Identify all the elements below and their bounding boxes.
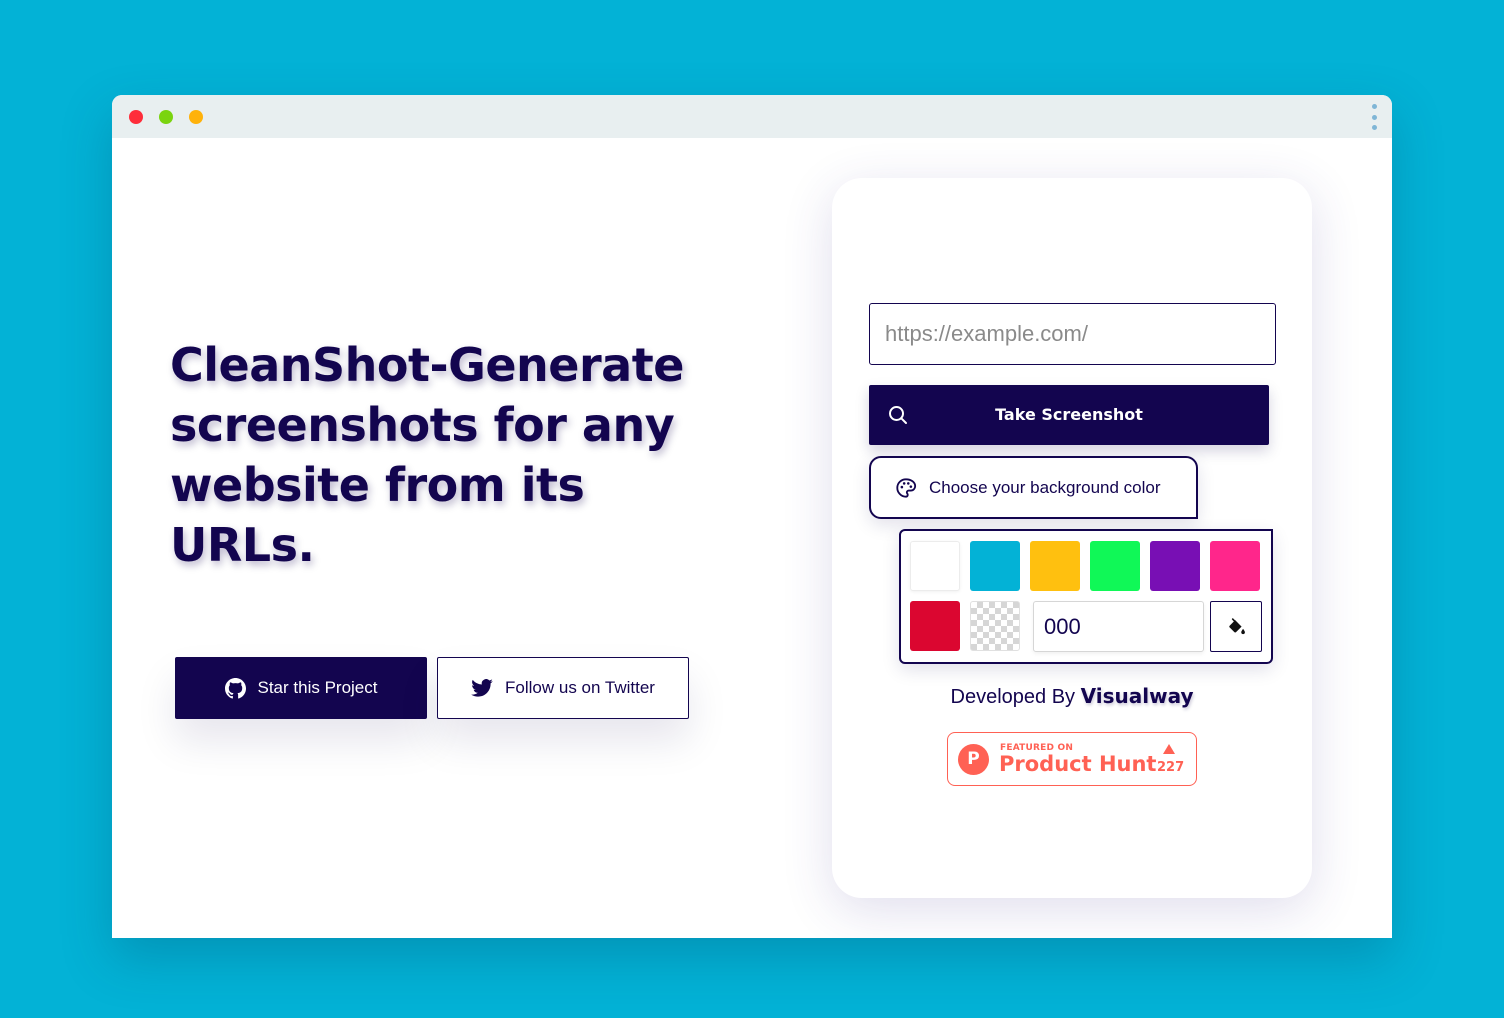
url-input[interactable] <box>869 303 1276 365</box>
developer-credit: Developed By Visualway <box>832 684 1312 709</box>
kebab-dot <box>1371 104 1377 109</box>
swatch-purple[interactable] <box>1150 541 1200 591</box>
star-project-label: Star this Project <box>257 678 378 697</box>
kebab-dot <box>1371 114 1377 120</box>
color-palette <box>899 529 1273 664</box>
swatch-white[interactable] <box>910 541 960 591</box>
developer-brand-link[interactable]: Visualway <box>1081 684 1194 708</box>
close-window-dot[interactable] <box>129 110 143 124</box>
star-project-button[interactable]: Star this Project <box>175 657 427 719</box>
swatch-pink[interactable] <box>1210 541 1260 591</box>
hex-color-input[interactable] <box>1033 601 1204 652</box>
swatch-cyan[interactable] <box>970 541 1020 591</box>
background-color-toggle[interactable]: Choose your background color <box>869 456 1198 519</box>
product-hunt-logo-icon: P <box>958 744 989 775</box>
background-color-label: Choose your background color <box>929 477 1161 497</box>
swatch-amber[interactable] <box>1030 541 1080 591</box>
upvote-count: 227 <box>1157 760 1185 775</box>
developed-by-text: Developed By <box>950 686 1076 708</box>
paint-bucket-icon <box>1229 617 1245 634</box>
follow-twitter-button[interactable]: Follow us on Twitter <box>437 657 689 719</box>
product-hunt-badge[interactable]: P FEATURED ON Product Hunt 227 <box>947 732 1197 786</box>
kebab-menu-icon[interactable] <box>1368 104 1380 130</box>
maximize-window-dot[interactable] <box>159 110 173 124</box>
window-titlebar <box>112 95 1392 138</box>
color-picker-button[interactable] <box>1210 601 1262 652</box>
follow-twitter-label: Follow us on Twitter <box>505 678 655 697</box>
product-hunt-name: Product Hunt <box>999 752 1157 776</box>
browser-window: CleanShot-Generate screenshots for any w… <box>112 95 1392 938</box>
swatch-green[interactable] <box>1090 541 1140 591</box>
take-screenshot-label: Take Screenshot <box>995 405 1143 424</box>
github-icon <box>224 677 246 698</box>
minimize-window-dot[interactable] <box>189 110 203 124</box>
twitter-icon <box>471 679 493 697</box>
take-screenshot-button[interactable]: Take Screenshot <box>869 385 1269 445</box>
hero-cta-row: Star this Project Follow us on Twitter <box>175 657 689 719</box>
swatch-red[interactable] <box>910 601 960 651</box>
screenshot-form-card: Take Screenshot Choose your background c… <box>832 178 1312 898</box>
hero-headline: CleanShot-Generate screenshots for any w… <box>170 338 684 572</box>
upvote-arrow-icon <box>1163 744 1175 754</box>
palette-icon <box>896 477 917 498</box>
swatch-transparent[interactable] <box>970 601 1020 651</box>
kebab-dot <box>1371 125 1377 130</box>
